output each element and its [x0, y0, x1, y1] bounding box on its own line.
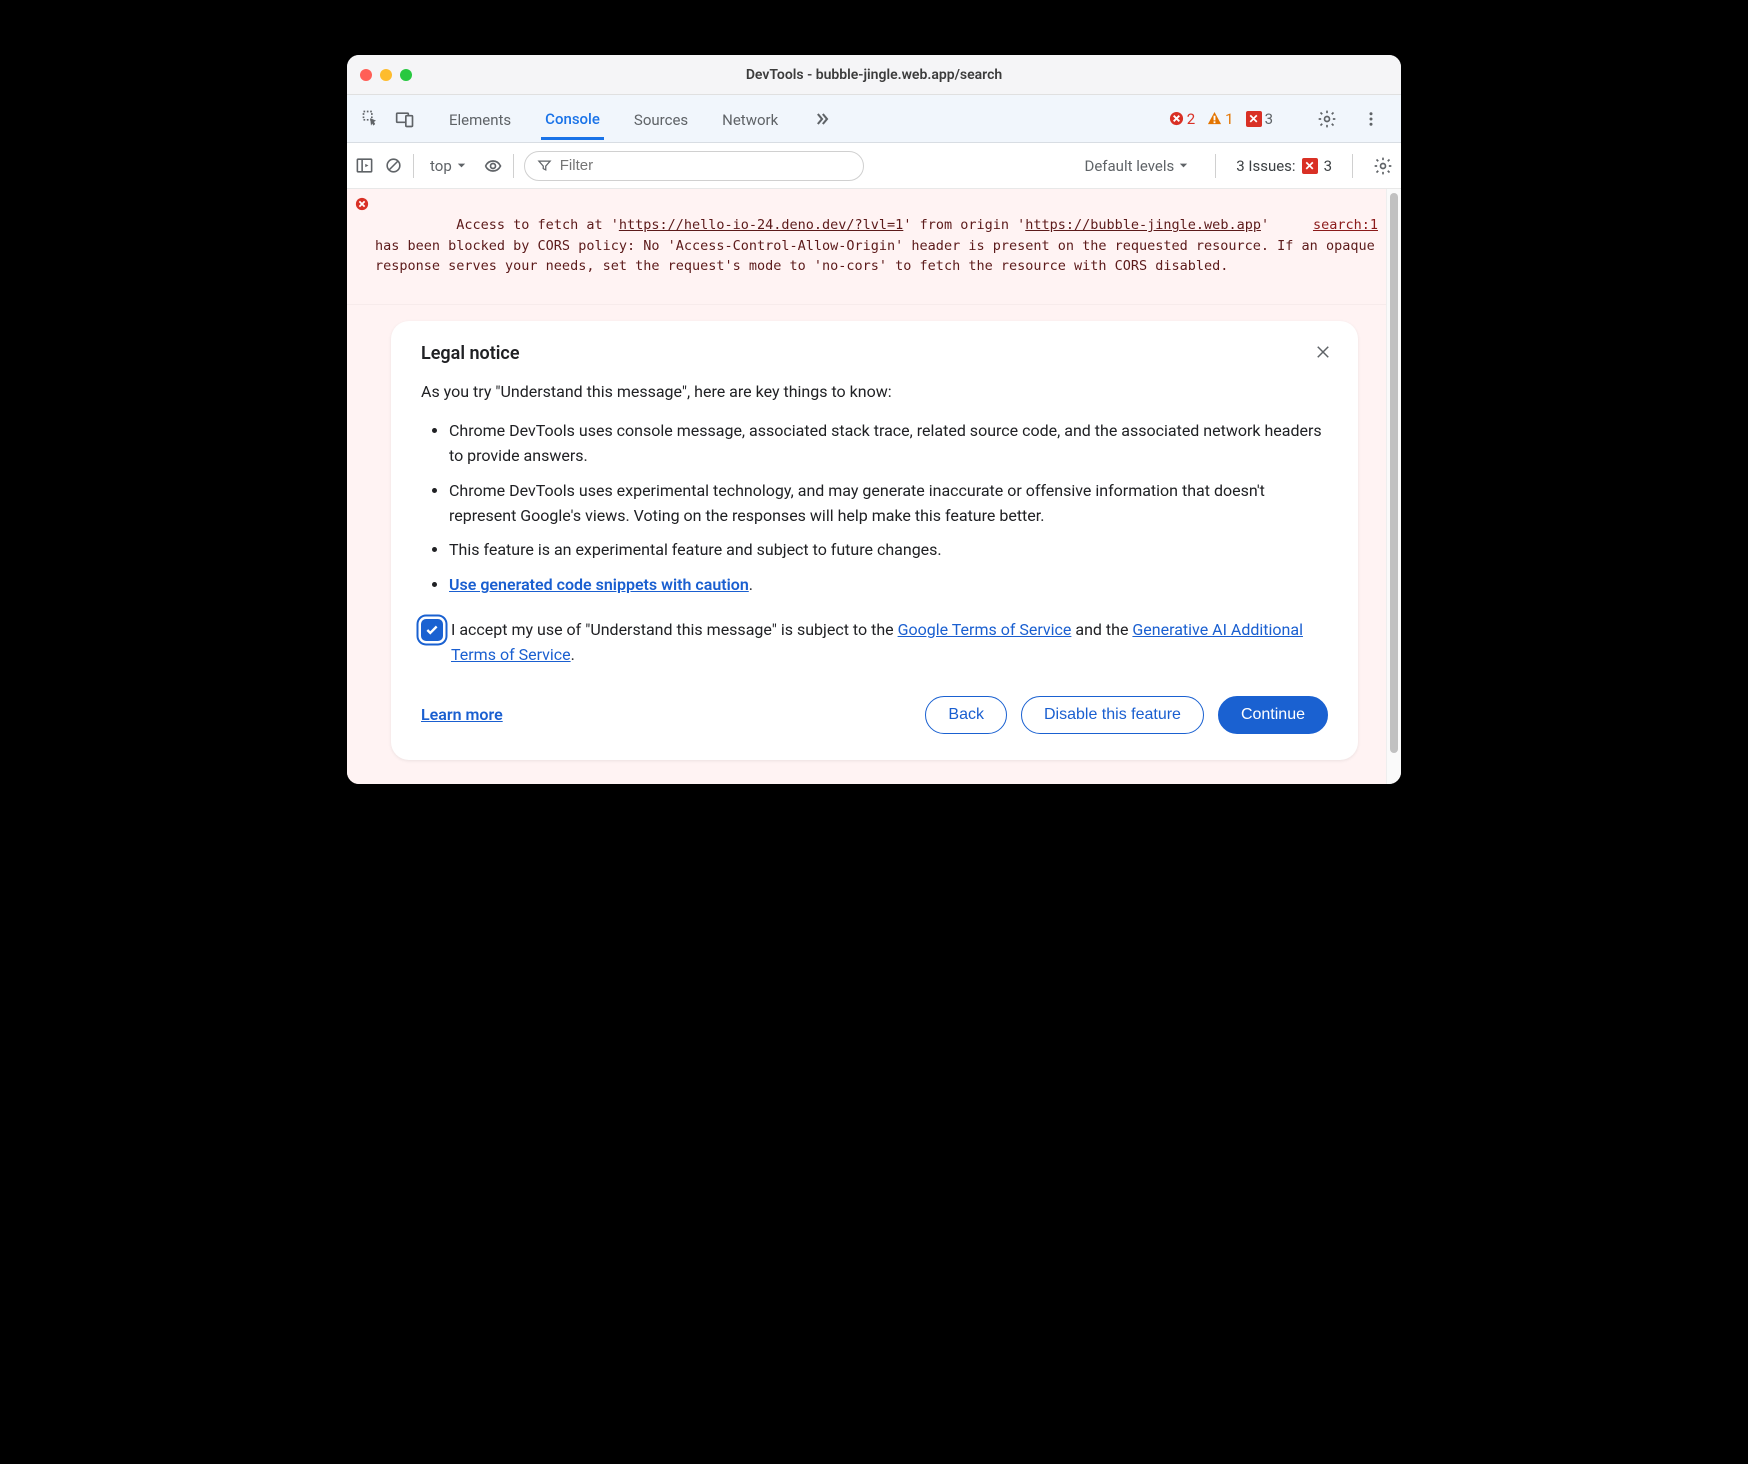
- issues-count: 3: [1324, 157, 1332, 175]
- status-badges: 2 1 ✕ 3: [1165, 110, 1277, 128]
- traffic-lights: [360, 69, 412, 81]
- legal-notice-card: Legal notice As you try "Understand this…: [391, 321, 1358, 759]
- scrollthumb[interactable]: [1390, 193, 1398, 753]
- log-levels-select[interactable]: Default levels: [1079, 155, 1196, 177]
- accept-text-mid: and the: [1071, 620, 1132, 639]
- console-toolbar: top Default levels 3 Issues: ✕ 3: [347, 143, 1401, 189]
- card-footer: Learn more Back Disable this feature Con…: [421, 696, 1328, 734]
- continue-button[interactable]: Continue: [1218, 696, 1328, 734]
- error-url-2[interactable]: https://bubble-jingle.web.app: [1025, 217, 1261, 233]
- accept-row: I accept my use of "Understand this mess…: [421, 618, 1328, 668]
- caution-link[interactable]: Use generated code snippets with caution: [449, 575, 749, 594]
- panel-tabs: Elements Console Sources Network: [445, 98, 836, 140]
- error-text-mid: ' from origin ': [903, 217, 1025, 233]
- chevron-down-icon: [1178, 160, 1189, 171]
- clear-console-icon[interactable]: [384, 156, 403, 175]
- console-settings-icon[interactable]: [1373, 156, 1393, 176]
- more-tabs-icon[interactable]: [808, 105, 836, 133]
- scrollbar[interactable]: [1386, 189, 1401, 784]
- warning-count[interactable]: 1: [1203, 110, 1237, 128]
- tab-console[interactable]: Console: [541, 98, 604, 140]
- window-title: DevTools - bubble-jingle.web.app/search: [347, 67, 1401, 83]
- tab-elements[interactable]: Elements: [445, 99, 515, 139]
- issue-count-value: 3: [1265, 110, 1273, 128]
- issues-label: 3 Issues:: [1236, 157, 1295, 175]
- error-text-pre: Access to fetch at ': [456, 217, 619, 233]
- live-expression-icon[interactable]: [483, 156, 503, 176]
- disable-button[interactable]: Disable this feature: [1021, 696, 1204, 734]
- filter-input[interactable]: [560, 157, 851, 174]
- devtools-window: DevTools - bubble-jingle.web.app/search …: [347, 55, 1401, 784]
- tab-sources[interactable]: Sources: [630, 99, 692, 139]
- legal-notice-list: Chrome DevTools uses console message, as…: [421, 419, 1328, 598]
- legal-notice-intro: As you try "Understand this message", he…: [421, 382, 1328, 401]
- titlebar: DevTools - bubble-jingle.web.app/search: [347, 55, 1401, 95]
- window-zoom[interactable]: [400, 69, 412, 81]
- list-item: This feature is an experimental feature …: [449, 538, 1328, 563]
- accept-label: I accept my use of "Understand this mess…: [451, 618, 1328, 668]
- settings-icon[interactable]: [1313, 105, 1341, 133]
- close-icon[interactable]: [1314, 343, 1332, 361]
- issue-count[interactable]: ✕ 3: [1242, 110, 1277, 128]
- chevron-down-icon: [456, 160, 467, 171]
- filter-input-wrapper[interactable]: [524, 151, 864, 181]
- cors-error-message[interactable]: search:1 Access to fetch at 'https://hell…: [347, 189, 1386, 305]
- window-minimize[interactable]: [380, 69, 392, 81]
- inspect-icon[interactable]: [357, 105, 385, 133]
- more-menu-icon[interactable]: [1357, 105, 1385, 133]
- error-icon: [355, 197, 369, 296]
- list-item: Chrome DevTools uses console message, as…: [449, 419, 1328, 469]
- back-button[interactable]: Back: [925, 696, 1007, 734]
- error-url-1[interactable]: https://hello-io-24.deno.dev/?lvl=1: [619, 217, 903, 233]
- list-item: Chrome DevTools uses experimental techno…: [449, 479, 1328, 529]
- learn-more-link[interactable]: Learn more: [421, 705, 503, 724]
- source-link[interactable]: search:1: [1313, 215, 1378, 235]
- accept-text-pre: I accept my use of "Understand this mess…: [451, 620, 898, 639]
- sidebar-toggle-icon[interactable]: [355, 156, 374, 175]
- context-value: top: [430, 157, 452, 175]
- window-close[interactable]: [360, 69, 372, 81]
- list-item: Use generated code snippets with caution…: [449, 573, 1328, 598]
- console-content: search:1 Access to fetch at 'https://hell…: [347, 189, 1401, 784]
- filter-icon: [537, 158, 552, 173]
- devtools-tabstrip: Elements Console Sources Network 2 1 ✕ 3: [347, 95, 1401, 143]
- error-count[interactable]: 2: [1165, 110, 1199, 128]
- accept-checkbox[interactable]: [421, 619, 443, 641]
- error-count-value: 2: [1187, 110, 1195, 128]
- context-select[interactable]: top: [424, 155, 473, 177]
- levels-label: Default levels: [1085, 157, 1175, 175]
- issues-summary[interactable]: 3 Issues: ✕ 3: [1236, 157, 1332, 175]
- tab-network[interactable]: Network: [718, 99, 782, 139]
- google-tos-link[interactable]: Google Terms of Service: [898, 620, 1072, 639]
- warning-count-value: 1: [1225, 110, 1233, 128]
- device-toolbar-icon[interactable]: [391, 105, 419, 133]
- legal-notice-title: Legal notice: [421, 343, 1328, 364]
